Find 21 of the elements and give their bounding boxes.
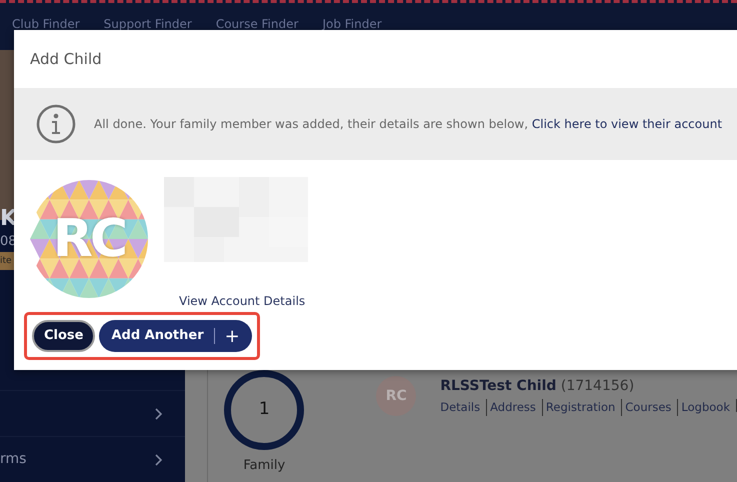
- info-icon: [36, 104, 76, 144]
- account-link[interactable]: Click here to view their account: [532, 117, 722, 131]
- info-message: All done. Your family member was added, their details are shown below, Click here to view their account: [94, 116, 722, 133]
- modal-title: Add Child: [30, 48, 102, 70]
- member-link[interactable]: Courses: [621, 399, 674, 416]
- member-link[interactable]: Logbook: [677, 399, 733, 416]
- member-link[interactable]: Address: [486, 399, 539, 416]
- sidebar-item[interactable]: rms: [0, 436, 186, 482]
- count-label: Family: [243, 457, 286, 475]
- member-link[interactable]: Registration: [542, 399, 618, 416]
- view-account-link[interactable]: View Account Details: [179, 292, 308, 310]
- member-avatar: RC: [376, 376, 416, 416]
- add-another-button[interactable]: Add Another +: [99, 320, 252, 352]
- chevron-right-icon: [155, 408, 164, 420]
- sidebar-fragment: ite: [0, 252, 14, 270]
- close-button[interactable]: Close: [32, 320, 96, 352]
- member-name: RLSSTest Child: [440, 378, 556, 394]
- member-id: (1714156): [560, 378, 634, 394]
- chevron-right-icon: [155, 454, 164, 466]
- member-link[interactable]: Details: [440, 399, 484, 416]
- sidebar-item-label: rms: [0, 450, 26, 469]
